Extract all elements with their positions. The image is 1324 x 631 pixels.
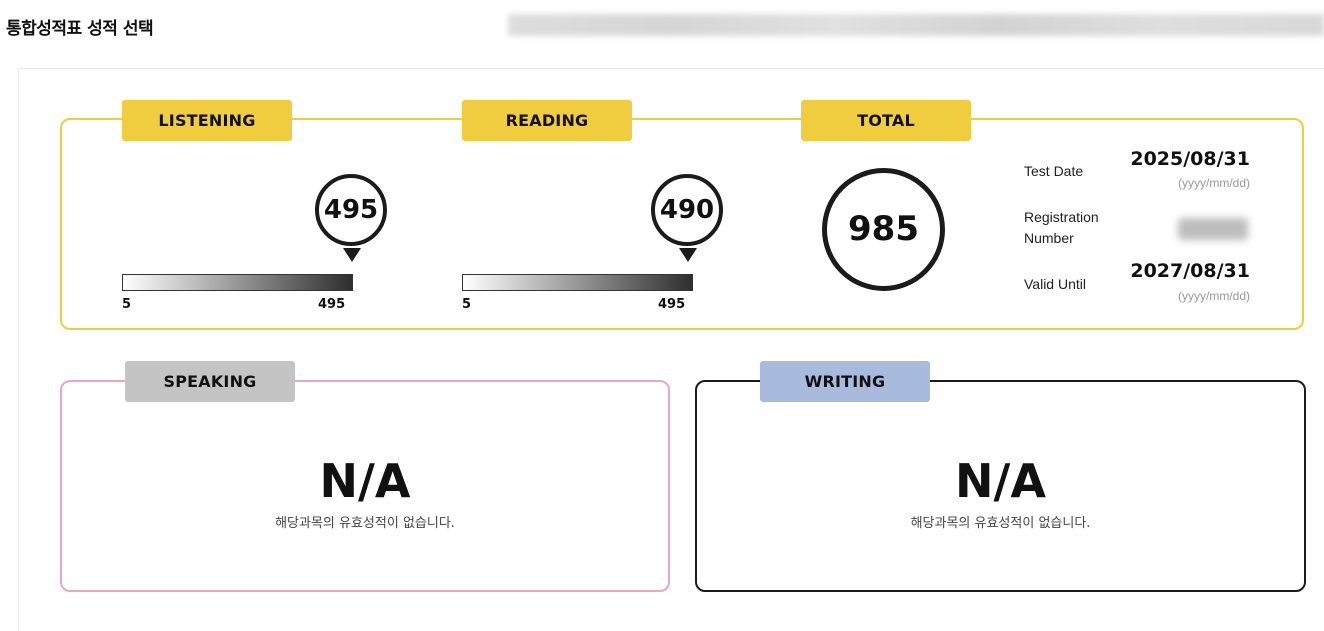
tab-reading: READING bbox=[462, 100, 632, 141]
reading-score-pin: 490 bbox=[651, 174, 723, 246]
registration-label-line2: Number bbox=[1024, 230, 1074, 246]
page-title: 통합성적표 성적 선택 bbox=[6, 19, 154, 39]
speaking-score: N/A bbox=[319, 454, 411, 508]
registration-number-redacted bbox=[1178, 218, 1248, 240]
speaking-no-score-message: 해당과목의 유효성적이 없습니다. bbox=[275, 516, 455, 531]
tab-writing: WRITING bbox=[760, 361, 930, 402]
test-date-value: 2025/08/31 bbox=[1130, 148, 1250, 170]
listening-score-pin: 495 bbox=[315, 174, 387, 246]
reading-scale-bar bbox=[462, 274, 693, 291]
writing-box: N/A 해당과목의 유효성적이 없습니다. bbox=[695, 380, 1306, 592]
listening-scale-bar bbox=[122, 274, 353, 291]
listening-scale-max: 495 bbox=[318, 297, 346, 312]
reading-scale-min: 5 bbox=[462, 297, 472, 312]
listening-scale-min: 5 bbox=[122, 297, 132, 312]
tab-speaking: SPEAKING bbox=[125, 361, 295, 402]
writing-score: N/A bbox=[955, 454, 1046, 508]
valid-until-label: Valid Until bbox=[1024, 276, 1086, 292]
reading-pin-tip bbox=[679, 248, 697, 262]
redacted-header-info bbox=[508, 14, 1324, 36]
writing-no-score-message: 해당과목의 유효성적이 없습니다. bbox=[910, 516, 1091, 531]
tab-total: TOTAL bbox=[801, 100, 971, 141]
valid-until-value: 2027/08/31 bbox=[1130, 260, 1250, 282]
registration-label-line1: Registration bbox=[1024, 209, 1099, 225]
test-date-format: (yyyy/mm/dd) bbox=[1178, 176, 1250, 190]
total-score-circle: 985 bbox=[822, 168, 945, 291]
tab-listening: LISTENING bbox=[122, 100, 292, 141]
test-date-label: Test Date bbox=[1024, 163, 1084, 179]
listening-pin-tip bbox=[343, 248, 361, 262]
speaking-box: N/A 해당과목의 유효성적이 없습니다. bbox=[60, 380, 670, 592]
reading-scale-max: 495 bbox=[658, 297, 686, 312]
valid-until-format: (yyyy/mm/dd) bbox=[1178, 289, 1250, 303]
